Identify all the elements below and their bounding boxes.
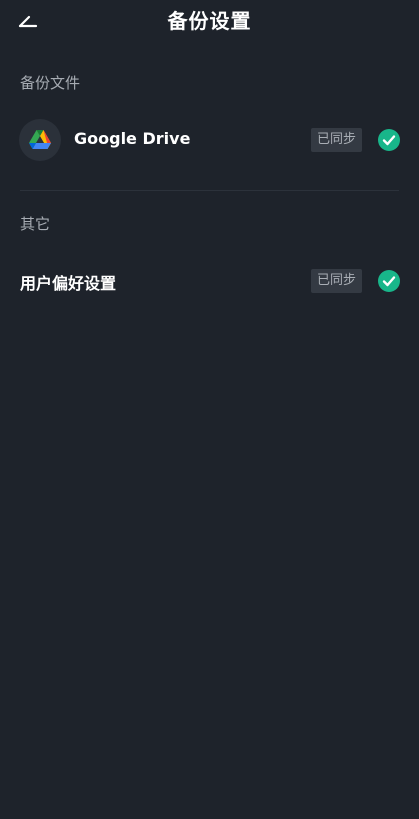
- page-title: 备份设置: [167, 9, 252, 33]
- header: 备份设置: [0, 0, 419, 40]
- section-label-other: 其它: [20, 215, 51, 233]
- list-item-google-drive[interactable]: Google Drive 已同步: [0, 115, 419, 165]
- user-preferences-label: 用户偏好设置: [20, 274, 117, 293]
- list-item-user-preferences[interactable]: 用户偏好设置 已同步: [0, 256, 419, 306]
- check-circle-icon: [378, 129, 400, 151]
- section-label-backup-files: 备份文件: [20, 74, 81, 92]
- google-drive-label: Google Drive: [74, 129, 191, 148]
- check-circle-icon: [378, 270, 400, 292]
- status-badge: 已同步: [310, 128, 362, 152]
- google-drive-icon: [19, 119, 61, 161]
- status-badge: 已同步: [310, 269, 362, 293]
- divider: [20, 190, 399, 191]
